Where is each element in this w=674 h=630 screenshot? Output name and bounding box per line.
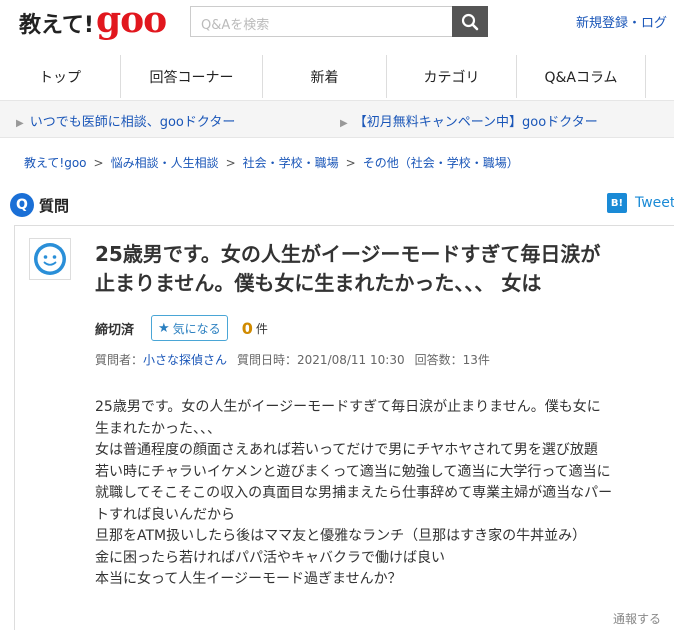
smiley-avatar-icon: [34, 243, 66, 275]
asker-label: 質問者：: [95, 353, 144, 367]
nav-item-category[interactable]: カテゴリ: [386, 55, 516, 98]
nav-item-column[interactable]: Q&Aコラム: [516, 55, 646, 98]
register-login-link[interactable]: 新規登録・ログ: [576, 12, 667, 31]
answer-count: 回答数：13件: [414, 353, 490, 367]
global-nav: トップ 回答コーナー 新着 カテゴリ Q&Aコラム: [0, 55, 674, 98]
chevron-right-icon: ▶: [340, 118, 348, 129]
tweet-button[interactable]: Tweet: [635, 195, 674, 211]
site-logo[interactable]: 教えて! goo: [19, 0, 167, 42]
body-line: 旦那をATM扱いしたら後はママ友と優雅なランチ（旦那はすき家の牛丼並み）: [95, 528, 587, 544]
body-line: 女は普通程度の顔面さえあれば若いってだけで男にチヤホヤされて男を選び放題: [95, 442, 598, 458]
chevron-right-icon: ▶: [16, 118, 24, 129]
question-status-row: 締切済 ★ 気になる 0 件: [95, 315, 268, 341]
nav-item-new[interactable]: 新着: [262, 55, 386, 98]
status-badge: 締切済: [95, 322, 135, 338]
question-title-line: 止まりません。僕も女に生まれたかった、、、 女は: [95, 271, 542, 295]
breadcrumb-item-consult[interactable]: 悩み相談・人生相談: [111, 156, 219, 170]
body-line: 25歳男です。女の人生がイージーモードすぎて毎日涙が止まりません。僕も女に: [95, 399, 601, 415]
search-button[interactable]: [452, 6, 488, 37]
question-date: 質問日時：2021/08/11 10:30: [237, 353, 405, 367]
question-heading: Q 質問: [10, 193, 69, 217]
report-link[interactable]: 通報する: [613, 610, 661, 627]
question-meta: 質問者：小さな探偵さん 質問日時：2021/08/11 10:30 回答数：13件: [95, 351, 490, 368]
follow-button[interactable]: ★ 気になる: [151, 315, 228, 341]
breadcrumb-separator: >: [345, 156, 356, 170]
question-icon: Q: [10, 193, 34, 217]
question-title-line: 25歳男です。女の人生がイージーモードすぎて毎日涙が: [95, 242, 601, 266]
question-body: 25歳男です。女の人生がイージーモードすぎて毎日涙が止まりません。僕も女に 生ま…: [95, 397, 670, 591]
body-line: トすれば良いんだから: [95, 506, 235, 523]
promo-left-label: いつでも医師に相談、gooドクター: [29, 115, 236, 130]
breadcrumb-item-home[interactable]: 教えて!goo: [24, 156, 87, 170]
follow-count: 0: [241, 318, 253, 338]
asker-link[interactable]: 小さな探偵さん: [143, 353, 227, 367]
breadcrumb-item-other[interactable]: その他（社会・学校・職場）: [363, 156, 519, 170]
breadcrumb-separator: >: [93, 156, 104, 170]
logo-brand: goo: [95, 0, 167, 41]
question-label: 質問: [39, 196, 70, 215]
breadcrumb: 教えて!goo > 悩み相談・人生相談 > 社会・学校・職場 > その他（社会・学校・職場）: [24, 154, 519, 171]
star-icon: ★: [158, 320, 170, 336]
logo-text: 教えて!: [19, 13, 94, 38]
promo-bar: ▶ いつでも医師に相談、gooドクター ▶ 【初月無料キャンペーン中】gooドクター: [0, 100, 674, 138]
breadcrumb-separator: >: [225, 156, 236, 170]
nav-item-answer-corner[interactable]: 回答コーナー: [120, 55, 262, 98]
follow-count-unit: 件: [255, 321, 268, 336]
body-line: 本当に女って人生イージーモード過ぎませんか？: [95, 571, 402, 587]
breadcrumb-item-society[interactable]: 社会・学校・職場: [243, 156, 339, 170]
question-title: 25歳男です。女の人生がイージーモードすぎて毎日涙が 止まりません。僕も女に生ま…: [95, 240, 674, 298]
body-line: 金に困ったら若ければパパ活やキャバクラで働けば良い: [95, 549, 445, 566]
search-icon: [461, 13, 479, 30]
body-line: 就職してそこそこの収入の真面目な男捕まえたら仕事辞めて専業主婦が適当なパー: [95, 485, 613, 501]
follow-label: 気になる: [172, 321, 221, 336]
promo-right-label: 【初月無料キャンペーン中】gooドクター: [353, 115, 598, 130]
avatar[interactable]: [29, 238, 71, 280]
share-buttons: B! Tweet: [607, 193, 674, 213]
search-input[interactable]: Q&Aを検索: [190, 6, 452, 37]
hatena-bookmark-icon[interactable]: B!: [607, 193, 627, 213]
site-header: 教えて! goo Q&Aを検索 新規登録・ログ: [0, 0, 674, 45]
body-line: 生まれたかった、、、: [95, 420, 221, 437]
nav-item-top[interactable]: トップ: [0, 55, 120, 98]
body-line: 若い時にチャラいイケメンと遊びまくって適当に勉強して適当に大学行って適当に: [95, 463, 611, 480]
promo-link-doctor[interactable]: ▶ いつでも医師に相談、gooドクター: [16, 111, 235, 130]
promo-link-campaign[interactable]: ▶ 【初月無料キャンペーン中】gooドクター: [340, 111, 598, 130]
